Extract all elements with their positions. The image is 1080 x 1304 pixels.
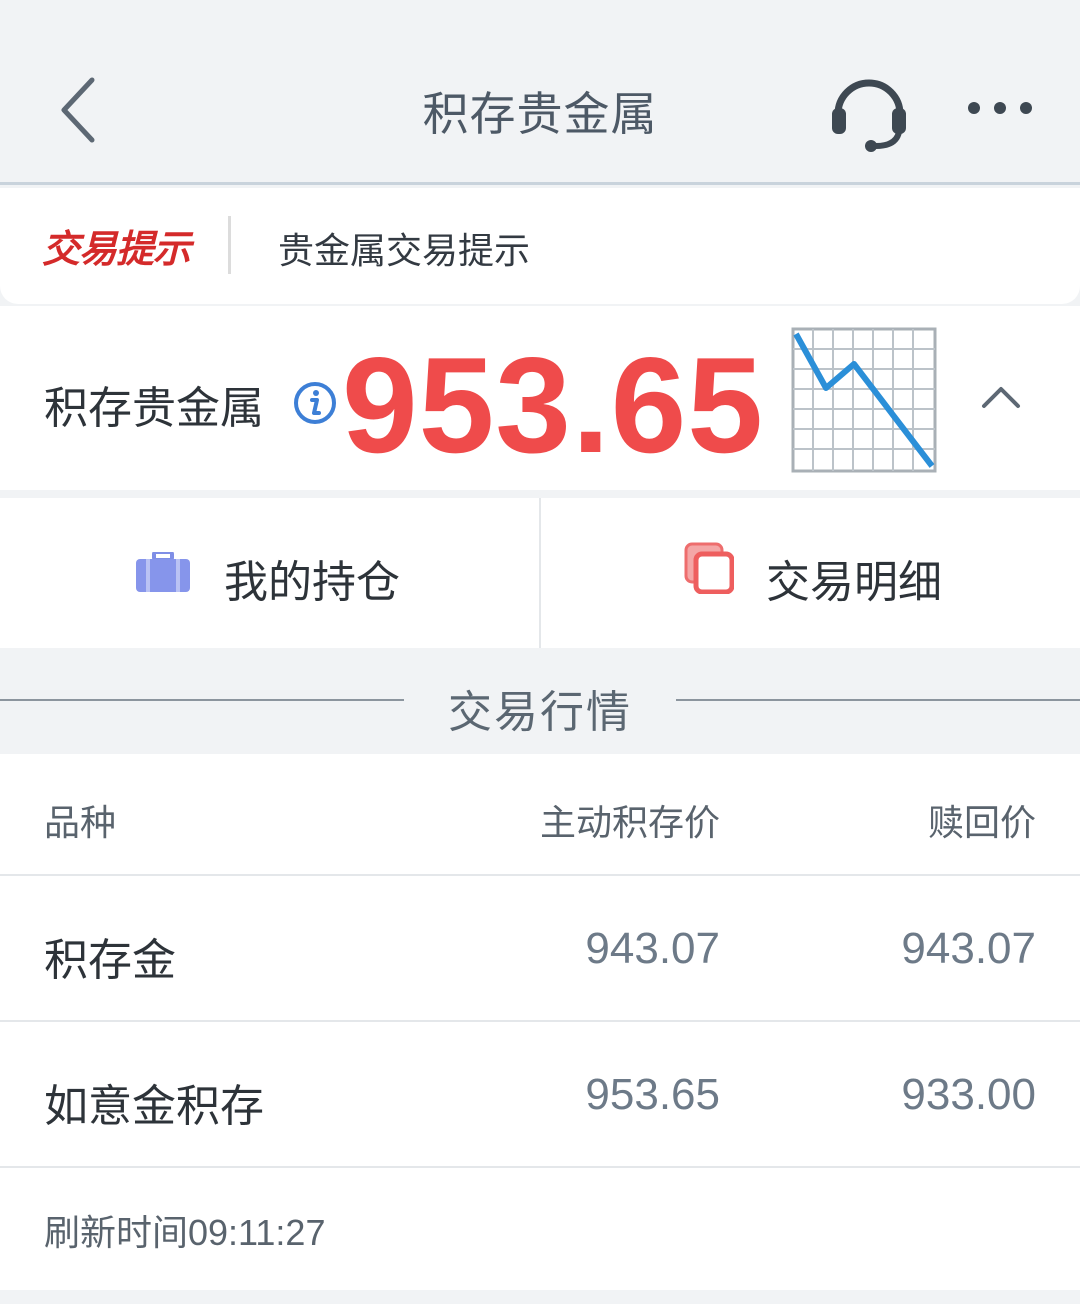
table-row[interactable]: 积存金 943.07 943.07: [0, 876, 1080, 1022]
top-nav-bar: 积存贵金属: [0, 0, 1080, 185]
action-bar: 我的持仓 交易明细: [0, 498, 1080, 648]
refresh-label: 刷新时间: [44, 1213, 189, 1254]
product-name: 如意金积存: [44, 1081, 264, 1132]
notice-divider: [228, 216, 231, 274]
column-header-buy-price: 主动积存价: [539, 803, 720, 844]
app-screen: 积存贵金属 交易提示 贵金属交易提示 积存贵金属 953.65 我的持仓 交易明…: [0, 0, 1080, 1304]
briefcase-icon: [136, 552, 190, 592]
refresh-time: 刷新时间09:11:27: [44, 1204, 325, 1256]
buy-price: 953.65: [585, 1070, 720, 1119]
headset-icon: [832, 79, 906, 152]
column-header-product: 品种: [44, 803, 117, 844]
trade-details-button[interactable]: 交易明细: [542, 498, 1080, 648]
trade-details-label: 交易明细: [766, 557, 942, 608]
market-table: 品种 主动积存价 赎回价 积存金 943.07 943.07 如意金积存 953…: [0, 754, 1080, 1290]
chart-decreasing-icon: [790, 326, 938, 474]
buy-price: 943.07: [585, 924, 720, 973]
more-dots-icon: [968, 102, 1032, 114]
product-summary: 积存贵金属 953.65: [0, 306, 1080, 490]
action-divider: [539, 498, 541, 648]
refresh-timestamp: 09:11:27: [188, 1212, 326, 1253]
trade-notice-banner[interactable]: 交易提示 贵金属交易提示: [0, 188, 1080, 304]
section-title: 交易行情: [448, 687, 632, 738]
my-holdings-label: 我的持仓: [224, 557, 400, 608]
table-row[interactable]: 如意金积存 953.65 933.00: [0, 1022, 1080, 1168]
table-header-row: 品种 主动积存价 赎回价: [0, 754, 1080, 876]
column-header-redeem-price: 赎回价: [927, 803, 1036, 844]
notice-text[interactable]: 贵金属交易提示: [278, 222, 530, 274]
page-title: 积存贵金属: [422, 87, 658, 141]
notice-tag: 交易提示: [42, 227, 191, 271]
price-highlight: 953.65: [342, 329, 764, 481]
customer-service-button[interactable]: [824, 68, 914, 158]
product-name: 积存金: [44, 935, 176, 986]
section-line-right: [676, 699, 1080, 701]
my-holdings-button[interactable]: 我的持仓: [0, 498, 538, 648]
market-section-header: 交易行情: [0, 650, 1080, 754]
redeem-price: 943.07: [901, 924, 1036, 973]
chevron-up-icon: [982, 387, 1020, 408]
info-icon[interactable]: [292, 380, 338, 426]
more-options-button[interactable]: [962, 88, 1042, 128]
copy-document-icon: [684, 542, 734, 594]
collapse-button[interactable]: [976, 376, 1026, 416]
summary-title: 积存贵金属: [44, 383, 264, 434]
redeem-price: 933.00: [901, 1070, 1036, 1119]
